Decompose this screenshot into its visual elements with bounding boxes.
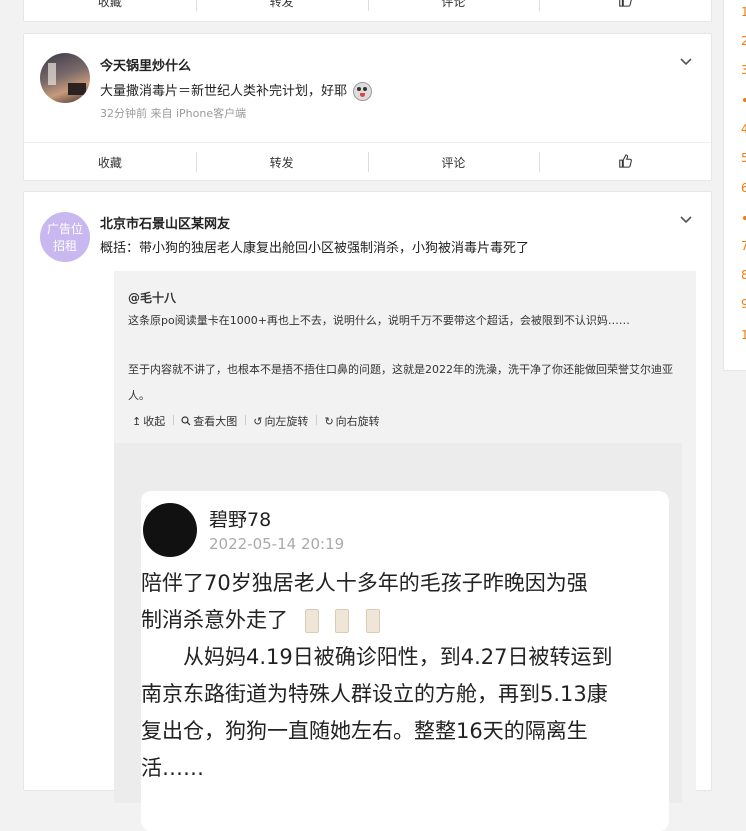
image-toolbar: ↥ 收起 查看大图 ↺ 向左旋转 ↻ 向右旋转 — [124, 413, 388, 429]
arrow-up-icon: ↥ — [132, 414, 142, 428]
screenshot-line-text: 制消杀意外走了 — [141, 608, 288, 632]
rank-number[interactable]: 6 — [741, 181, 746, 195]
favorite-button[interactable]: 收藏 — [24, 0, 196, 10]
avatar-badge-text: 广告位招租 — [47, 222, 84, 253]
screenshot-line: 复出仓，狗狗一直随她左右。整整16天的隔离生 — [141, 719, 588, 743]
repost-button[interactable]: 转发 — [195, 151, 368, 172]
action-bar: 收藏 转发 评论 — [24, 142, 711, 181]
rank-number[interactable]: 5 — [741, 151, 746, 165]
rotate-right-button[interactable]: ↻ 向右旋转 — [316, 413, 387, 429]
repost-text-line: 至于内容就不讲了，也根本不是捂不捂住口鼻的问题，这就是2022年的洗澡，洗干净了… — [128, 363, 673, 402]
avatar[interactable]: 广告位招租 — [40, 212, 90, 262]
author-name[interactable]: 今天锅里炒什么 — [100, 55, 191, 74]
rank-number[interactable]: 3 — [741, 63, 746, 77]
chevron-down-icon[interactable] — [679, 213, 693, 227]
screenshot-card: 碧野78 2022-05-14 20:19 陪伴了70岁独居老人十多年的毛孩子昨… — [141, 491, 669, 831]
action-bar: 收藏 转发 评论 — [24, 0, 711, 21]
rank-number[interactable]: 1 — [741, 5, 746, 19]
post-meta: 32分钟前 来自 iPhone客户端 — [100, 107, 247, 120]
rank-number[interactable]: 2 — [741, 34, 746, 48]
collapse-button[interactable]: ↥ 收起 — [124, 413, 173, 429]
thumbs-up-icon — [619, 153, 633, 168]
repost-image[interactable]: 碧野78 2022-05-14 20:19 陪伴了70岁独居老人十多年的毛孩子昨… — [114, 443, 682, 831]
post-card: 广告位招租 北京市石景山区某网友 概括：带小狗的独居老人康复出舱回小区被强制消杀… — [23, 191, 712, 831]
view-large-button[interactable]: 查看大图 — [173, 413, 245, 429]
screenshot-body: 陪伴了70岁独居老人十多年的毛孩子昨晚因为强 制消杀意外走了 从妈妈4.19日被… — [141, 565, 661, 787]
search-icon — [181, 416, 191, 426]
rank-number[interactable]: 7 — [741, 239, 746, 253]
candle-icon — [366, 609, 381, 633]
candle-icon — [335, 609, 350, 633]
collapse-label: 收起 — [143, 415, 166, 428]
rank-number[interactable]: 8 — [741, 268, 746, 282]
repost-text-line: 这条原po阅读量卡在1000+再也上不去，说明什么，说明千万不要带这个超话，会被… — [128, 314, 630, 327]
comment-button[interactable]: 评论 — [367, 0, 540, 11]
avatar[interactable] — [40, 53, 90, 103]
rank-number[interactable]: 9 — [741, 297, 746, 311]
trending-sidebar: 1 2 3 4 5 6 7 8 9 1 — [723, 0, 746, 371]
screenshot-line: 陪伴了70岁独居老人十多年的毛孩子昨晚因为强 — [141, 571, 588, 595]
post-card: 今天锅里炒什么 大量撒消毒片＝新世纪人类补完计划，好耶 32分钟前 来自 iPh… — [23, 33, 712, 181]
post-text-content: 大量撒消毒片＝新世纪人类补完计划，好耶 — [100, 84, 348, 99]
repost-container: @毛十八 这条原po阅读量卡在1000+再也上不去，说明什么，说明千万不要带这个… — [114, 271, 696, 831]
rank-number[interactable]: 4 — [741, 122, 746, 136]
post-text: 概括：带小狗的独居老人康复出舱回小区被强制消杀，小狗被消毒片毒死了 — [100, 241, 530, 256]
rotate-left-icon: ↺ — [253, 414, 263, 428]
view-large-label: 查看大图 — [193, 415, 238, 428]
like-button[interactable] — [539, 151, 711, 172]
rotate-left-button[interactable]: ↺ 向左旋转 — [245, 413, 316, 429]
post-card-previous: 收藏 转发 评论 — [23, 0, 712, 22]
repost-button[interactable]: 转发 — [195, 0, 368, 11]
favorite-button[interactable]: 收藏 — [24, 154, 196, 171]
emoji-icon — [353, 82, 373, 101]
candle-icon — [304, 609, 319, 633]
rank-number[interactable]: 1 — [741, 328, 746, 342]
author-name[interactable]: 北京市石景山区某网友 — [100, 213, 230, 232]
like-button[interactable] — [539, 0, 711, 11]
screenshot-line: 活…… — [141, 756, 204, 780]
comment-button[interactable]: 评论 — [367, 151, 540, 172]
screenshot-line: 制消杀意外走了 — [141, 602, 661, 639]
rotate-left-label: 向左旋转 — [264, 415, 309, 428]
thumbs-up-icon — [619, 0, 632, 7]
screenshot-line: 从妈妈4.19日被确诊阳性，到4.27日被转运到 — [141, 645, 613, 669]
rotate-right-label: 向右旋转 — [335, 415, 380, 428]
screenshot-timestamp: 2022-05-14 20:19 — [209, 535, 345, 553]
screenshot-username: 碧野78 — [209, 509, 272, 531]
rotate-right-icon: ↻ — [324, 414, 334, 428]
post-text: 大量撒消毒片＝新世纪人类补完计划，好耶 — [100, 80, 373, 101]
avatar-image — [48, 63, 86, 95]
repost-author[interactable]: @毛十八 — [128, 289, 176, 306]
screenshot-line: 南京东路街道为特殊人群设立的方舱，再到5.13康 — [141, 682, 608, 706]
chevron-down-icon[interactable] — [679, 55, 693, 69]
screenshot-avatar — [143, 503, 197, 557]
